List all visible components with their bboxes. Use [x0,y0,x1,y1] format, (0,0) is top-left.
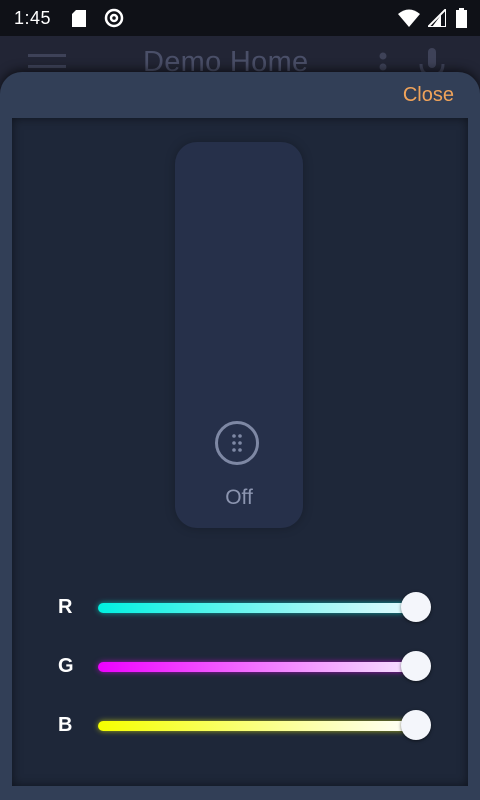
light-brightness-tile[interactable] [175,142,303,528]
signal-icon [428,9,446,27]
slider-green-track[interactable] [98,662,416,672]
battery-icon [456,8,467,28]
slider-red-thumb[interactable] [401,592,431,622]
status-bar: 1:45 [0,0,480,36]
slider-blue-thumb[interactable] [401,710,431,740]
slider-green: G [0,647,480,687]
status-time: 1:45 [14,8,52,28]
close-button[interactable]: Close [403,84,454,107]
slider-blue: B [0,706,480,746]
slider-red-track[interactable] [98,603,416,613]
slider-red: R [0,588,480,628]
screen: 1:45 Demo Home Close Off R G B [0,0,480,800]
switch-dots-icon [232,434,242,452]
slider-green-label: G [58,655,74,677]
slider-blue-label: B [58,714,73,736]
wifi-icon [398,9,420,27]
slider-blue-track[interactable] [98,721,416,731]
at-sign-icon [104,8,124,28]
slider-green-thumb[interactable] [401,651,431,681]
light-state-label: Off [225,486,253,509]
slider-red-label: R [58,596,73,618]
sd-card-icon [72,10,86,27]
